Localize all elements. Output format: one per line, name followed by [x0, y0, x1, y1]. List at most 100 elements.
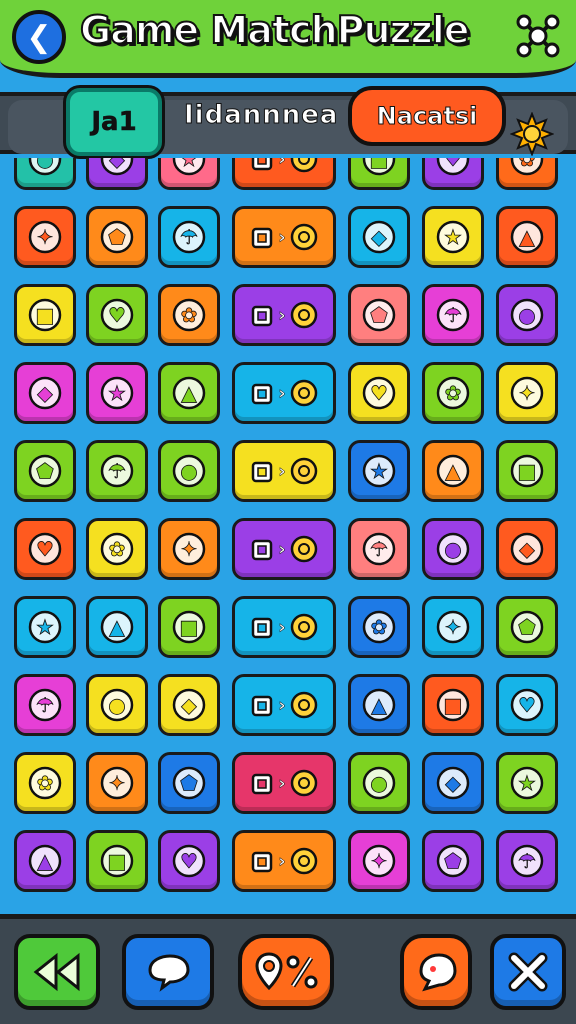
puzzle-tile[interactable]: ☂ [158, 206, 220, 268]
puzzle-tile[interactable]: ✿ [86, 518, 148, 580]
cat-icon: ▲ [24, 840, 66, 882]
duck-icon: ☂ [506, 840, 548, 882]
puzzle-tile[interactable]: ■ [422, 674, 484, 736]
puzzle-tile[interactable]: ◆ [158, 674, 220, 736]
puzzle-tile[interactable]: ✦ [496, 362, 558, 424]
puzzle-tile[interactable]: ✦ [348, 830, 410, 892]
puzzle-tile[interactable]: ◆ [348, 206, 410, 268]
frame-to-gear-icon: › [248, 767, 319, 799]
speech-button[interactable] [400, 934, 472, 1010]
puzzle-tile[interactable]: › [232, 674, 336, 736]
puzzle-tile[interactable]: ⬟ [348, 284, 410, 346]
puzzle-tile[interactable]: ● [86, 674, 148, 736]
crayon-icon: ■ [24, 294, 66, 336]
crab-icon: ▲ [358, 684, 400, 726]
puzzle-tile[interactable]: ● [14, 158, 76, 190]
puzzle-tile[interactable]: ⬟ [158, 752, 220, 814]
puzzle-tile[interactable]: ◆ [86, 158, 148, 190]
puzzle-tile[interactable]: ★ [14, 596, 76, 658]
puzzle-tile[interactable]: ♥ [496, 674, 558, 736]
svg-text:●: ● [518, 303, 535, 327]
puzzle-tile[interactable]: ⬟ [422, 830, 484, 892]
puzzle-tile[interactable]: ◆ [422, 752, 484, 814]
puzzle-tile[interactable]: ♥ [14, 518, 76, 580]
puzzle-tile[interactable]: ✦ [14, 206, 76, 268]
puzzle-tile[interactable]: ✿ [158, 284, 220, 346]
puzzle-tile[interactable]: ■ [496, 440, 558, 502]
cherry-icon: ★ [168, 158, 210, 180]
puzzle-tile[interactable]: ★ [496, 752, 558, 814]
puzzle-tile[interactable]: ▲ [158, 362, 220, 424]
puzzle-tile[interactable]: ☂ [496, 830, 558, 892]
puzzle-tile[interactable]: ✦ [86, 752, 148, 814]
puzzle-tile[interactable]: › [232, 752, 336, 814]
puzzle-tile[interactable]: ☂ [14, 674, 76, 736]
puzzle-tile[interactable]: ⬟ [496, 596, 558, 658]
chat-button[interactable] [122, 934, 214, 1010]
puzzle-tile[interactable]: › [232, 440, 336, 502]
onion-icon: ◆ [432, 762, 474, 804]
svg-text:■: ■ [180, 615, 199, 639]
svg-text:◆: ◆ [519, 537, 535, 561]
puzzle-tile[interactable]: ■ [86, 830, 148, 892]
svg-text:★: ★ [36, 615, 54, 639]
puzzle-tile[interactable]: ✦ [422, 596, 484, 658]
svg-text:♥: ♥ [180, 849, 198, 873]
puzzle-tile[interactable]: ✿ [422, 362, 484, 424]
puzzle-tile[interactable]: ● [422, 518, 484, 580]
tree-frame-icon: ✦ [168, 528, 210, 570]
puzzle-tile[interactable]: ☂ [348, 518, 410, 580]
puzzle-tile[interactable]: ♥ [86, 284, 148, 346]
puzzle-tile[interactable]: ☂ [422, 284, 484, 346]
puzzle-tile[interactable]: › [232, 206, 336, 268]
puzzle-tile[interactable]: ■ [14, 284, 76, 346]
calendar-icon: ★ [506, 762, 548, 804]
chest-to-note-icon: › [248, 221, 319, 253]
puzzle-tile[interactable]: › [232, 284, 336, 346]
puzzle-tile[interactable]: ✦ [158, 518, 220, 580]
puzzle-tile[interactable]: ✿ [14, 752, 76, 814]
puzzle-tile[interactable]: › [232, 830, 336, 892]
puzzle-tile[interactable]: › [232, 362, 336, 424]
puzzle-tile[interactable]: ⬟ [14, 440, 76, 502]
mode-pill-label: Nacatsi [376, 102, 478, 131]
location-percent-button[interactable] [238, 934, 334, 1010]
puzzle-tile[interactable]: ♥ [422, 158, 484, 190]
puzzle-tile[interactable]: ★ [348, 440, 410, 502]
puzzle-tile[interactable]: ▲ [422, 440, 484, 502]
puzzle-tile[interactable]: ◆ [496, 518, 558, 580]
puzzle-tile[interactable]: ♥ [158, 830, 220, 892]
puzzle-tile[interactable]: ☂ [86, 440, 148, 502]
puzzle-tile[interactable]: ● [348, 752, 410, 814]
puzzle-tile[interactable]: ◆ [14, 362, 76, 424]
puzzle-tile[interactable]: ✿ [496, 158, 558, 190]
svg-text:★: ★ [370, 459, 388, 483]
puzzle-tile[interactable]: ▲ [348, 674, 410, 736]
puzzle-tile[interactable]: ★ [158, 158, 220, 190]
puzzle-board: ● ◆ ★ › ■ ♥ ✿ ✦ ⬟ ☂ › ◆ ★ ▲ ■ ♥ ✿ › ⬟ ☂ ● ◆ ★ ▲ › ♥ ✿ ✦ ⬟ ☂ ● › ★ ▲ ■ ♥ ✿ ✦ › ☂… [0, 158, 576, 918]
heart-icon: ⬟ [168, 762, 210, 804]
rewind-button[interactable] [14, 934, 100, 1010]
puzzle-tile[interactable]: ▲ [14, 830, 76, 892]
menu-button[interactable] [512, 10, 564, 62]
back-button[interactable]: ❮ [12, 10, 66, 64]
svg-text:■: ■ [370, 158, 389, 171]
puzzle-tile[interactable]: ★ [86, 362, 148, 424]
close-button[interactable] [490, 934, 566, 1010]
puzzle-tile[interactable]: ★ [422, 206, 484, 268]
puzzle-tile[interactable]: › [232, 596, 336, 658]
puzzle-tile[interactable]: ● [496, 284, 558, 346]
puzzle-tile[interactable]: ▲ [86, 596, 148, 658]
svg-text:⬟: ⬟ [370, 303, 388, 327]
puzzle-tile[interactable]: ■ [348, 158, 410, 190]
puzzle-tile[interactable]: ▲ [496, 206, 558, 268]
puzzle-tile[interactable]: ⬟ [86, 206, 148, 268]
puzzle-tile[interactable]: ● [158, 440, 220, 502]
puzzle-tile[interactable]: ■ [158, 596, 220, 658]
puzzle-tile[interactable]: › [232, 158, 336, 190]
puzzle-tile[interactable]: › [232, 518, 336, 580]
puzzle-tile[interactable]: ♥ [348, 362, 410, 424]
mode-pill-button[interactable]: Nacatsi [348, 86, 506, 146]
level-badge[interactable]: Ja1 [66, 88, 162, 156]
puzzle-tile[interactable]: ✿ [348, 596, 410, 658]
